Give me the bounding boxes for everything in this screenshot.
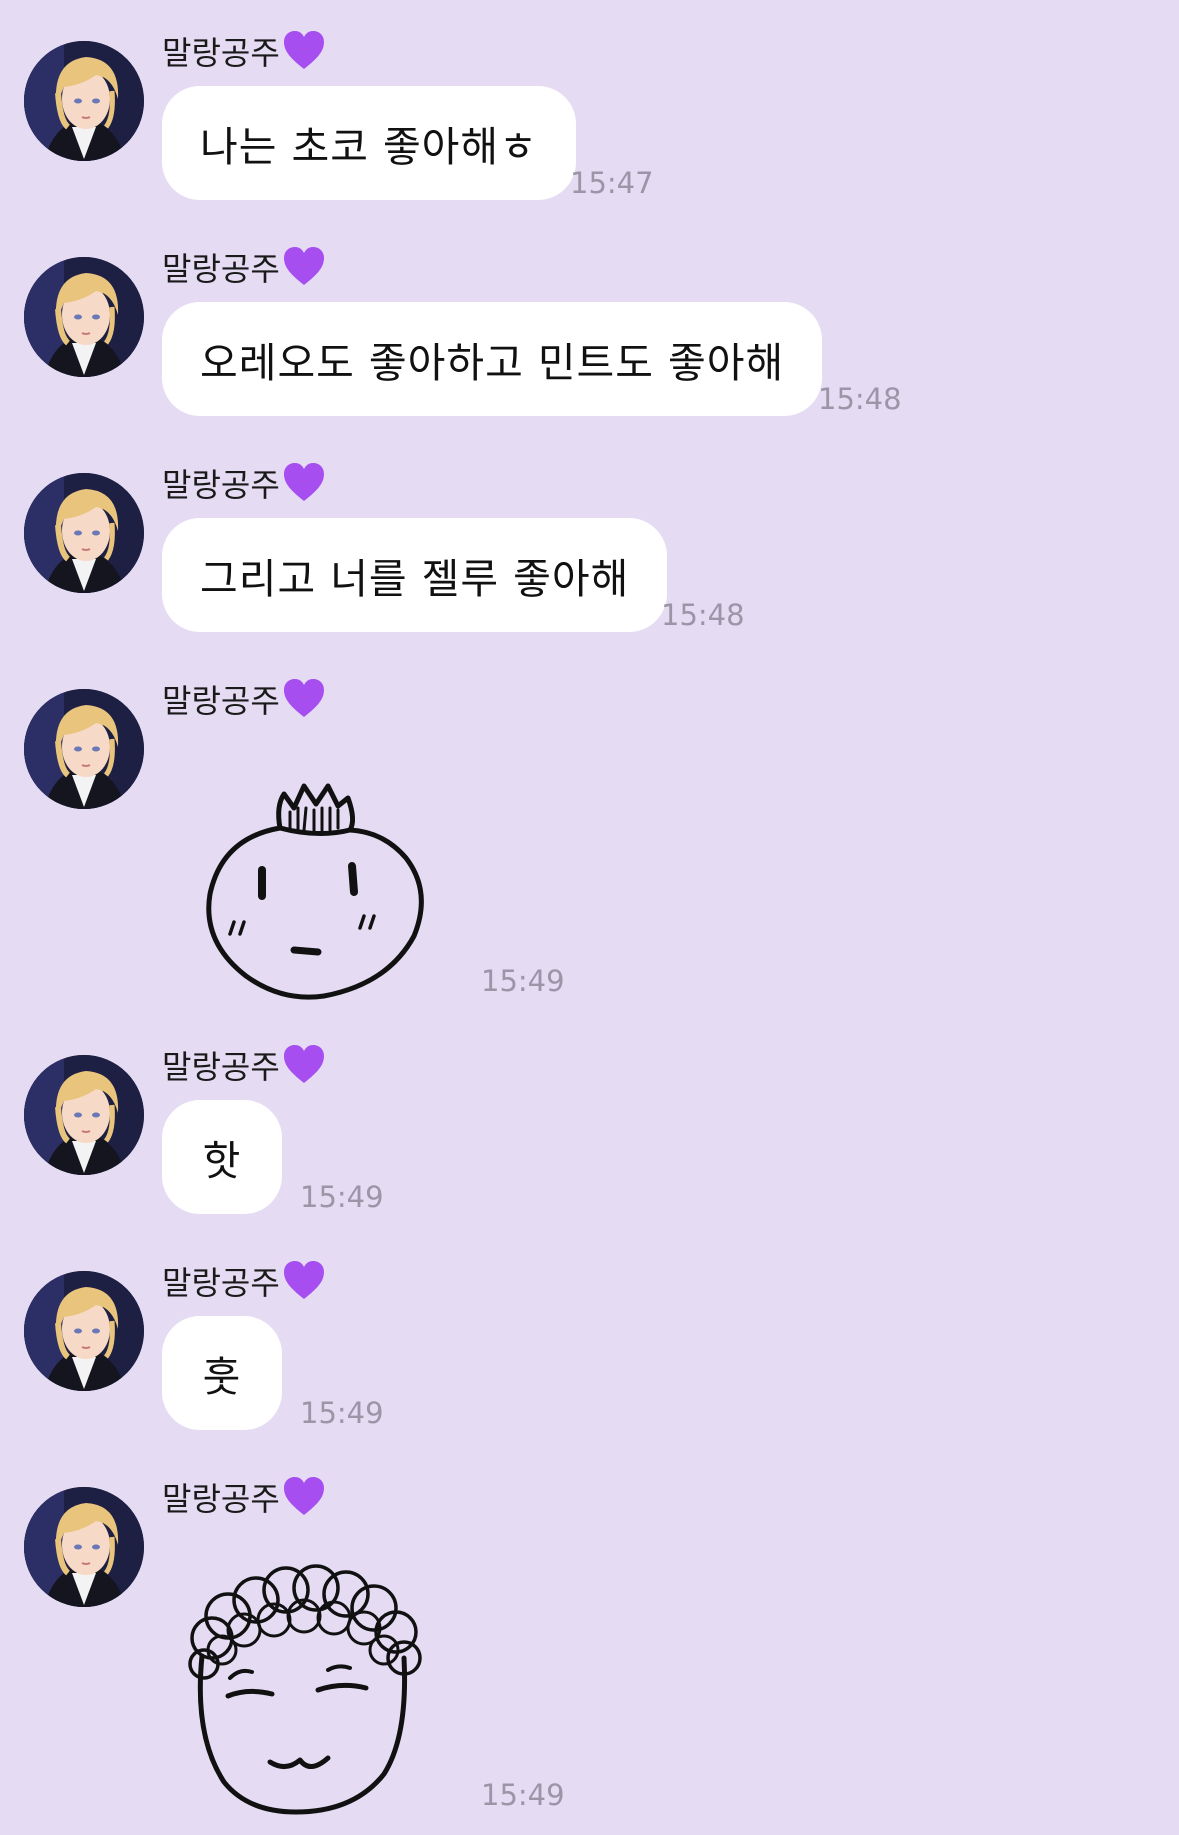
sender-name: 말랑공주	[162, 458, 326, 508]
sender-label: 말랑공주	[162, 1048, 280, 1086]
message-text: 오레오도 좋아하고 민트도 좋아해	[200, 339, 785, 387]
sender-label: 말랑공주	[162, 1264, 280, 1302]
message-time: 15:47	[570, 166, 654, 200]
sender-label: 말랑공주	[162, 250, 280, 288]
purple-heart-icon	[283, 1045, 324, 1083]
message-bubble[interactable]: 나는 초코 좋아해ㅎ	[162, 86, 576, 200]
curly-hair-face-sticker[interactable]	[178, 1546, 448, 1816]
message-text: 핫	[202, 1137, 242, 1185]
sender-label: 말랑공주	[162, 1480, 280, 1518]
sender-name: 말랑공주	[162, 674, 326, 724]
purple-heart-icon	[283, 463, 324, 501]
avatar[interactable]	[24, 689, 144, 809]
avatar[interactable]	[24, 1271, 144, 1391]
avatar[interactable]	[24, 1055, 144, 1175]
avatar[interactable]	[24, 473, 144, 593]
purple-heart-icon	[283, 679, 324, 717]
crowned-face-sticker[interactable]	[178, 746, 448, 1016]
message-time: 15:49	[300, 1396, 384, 1430]
purple-heart-icon	[283, 1477, 324, 1515]
purple-heart-icon	[283, 31, 324, 69]
sender-name: 말랑공주	[162, 242, 326, 292]
avatar[interactable]	[24, 257, 144, 377]
message-text: 그리고 너를 젤루 좋아해	[200, 555, 630, 603]
message-row: 말랑공주 핫 15:49	[0, 1014, 1179, 1230]
avatar[interactable]	[24, 1487, 144, 1607]
message-time: 15:48	[818, 382, 902, 416]
sender-name: 말랑공주	[162, 1040, 326, 1090]
message-text: 훗	[202, 1353, 242, 1401]
message-text: 나는 초코 좋아해ㅎ	[200, 123, 538, 171]
sender-label: 말랑공주	[162, 34, 280, 72]
message-time: 15:49	[481, 1778, 565, 1812]
sender-name: 말랑공주	[162, 1256, 326, 1306]
avatar[interactable]	[24, 41, 144, 161]
message-time: 15:49	[481, 964, 565, 998]
purple-heart-icon	[283, 1261, 324, 1299]
message-row: 말랑공주 15:49	[0, 1446, 1179, 1835]
purple-heart-icon	[283, 247, 324, 285]
message-row: 말랑공주 오레오도 좋아하고 민트도 좋아해 15:48	[0, 216, 1179, 432]
chat-thread[interactable]: 말랑공주 나는 초코 좋아해ㅎ 15:47 말랑공주 오레오도 좋아하고 민트도…	[0, 0, 1179, 1835]
message-time: 15:49	[300, 1180, 384, 1214]
message-bubble[interactable]: 훗	[162, 1316, 282, 1430]
message-row: 말랑공주 그리고 너를 젤루 좋아해 15:48	[0, 432, 1179, 648]
message-row: 말랑공주 나는 초코 좋아해ㅎ 15:47	[0, 0, 1179, 216]
sender-label: 말랑공주	[162, 682, 280, 720]
message-row: 말랑공주 훗 15:49	[0, 1230, 1179, 1446]
sender-name: 말랑공주	[162, 26, 326, 76]
message-time: 15:48	[661, 598, 745, 632]
message-row: 말랑공주 15:49	[0, 648, 1179, 1014]
message-bubble[interactable]: 핫	[162, 1100, 282, 1214]
message-bubble[interactable]: 그리고 너를 젤루 좋아해	[162, 518, 668, 632]
sender-label: 말랑공주	[162, 466, 280, 504]
sender-name: 말랑공주	[162, 1472, 326, 1522]
message-bubble[interactable]: 오레오도 좋아하고 민트도 좋아해	[162, 302, 823, 416]
